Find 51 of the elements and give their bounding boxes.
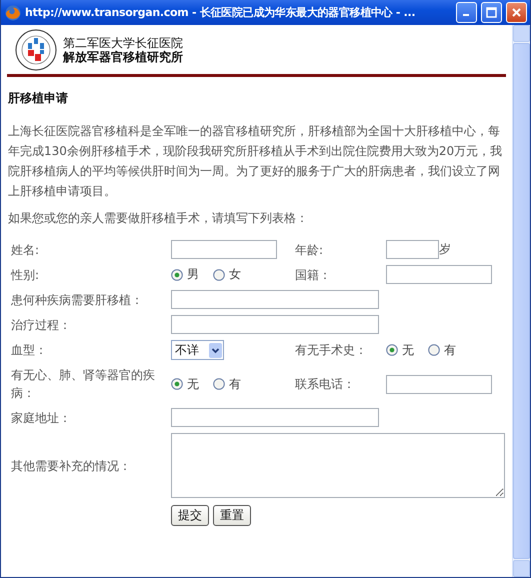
field-label: 联系电话： [295,376,355,393]
option-label: 有 [444,342,456,358]
logo-icon [15,29,57,71]
input-field[interactable] [386,265,492,284]
field-label: 有无手术史： [295,342,367,359]
window-title: http://www.transorgan.com - 长征医院已成为华东最大的器官移植中心 - ... [25,5,416,20]
radio-button[interactable] [213,268,225,280]
radio-button[interactable] [213,378,225,390]
radio-button[interactable] [428,344,440,356]
form-button[interactable]: 提交 [171,505,209,526]
field-label: 性别: [11,266,40,284]
field-label: 国籍： [295,266,331,284]
input-field[interactable] [171,315,379,334]
dropdown[interactable]: 不详 [171,340,224,360]
option-label: 女 [229,266,241,283]
option-label: 有 [229,376,241,392]
field-label: 有无心、肺、肾等器官的疾病： [11,367,156,402]
field-label: 年龄: [295,242,324,258]
text-area[interactable] [171,433,505,498]
field-label: 其他需要补充的情况： [11,458,131,474]
option-label: 无 [187,376,199,392]
input-field[interactable] [386,374,492,394]
field-label: 姓名: [11,242,40,258]
maximize-button[interactable] [481,2,502,23]
radio-button[interactable] [171,268,183,280]
instruction-text: 如果您或您的亲人需要做肝移植手术，请填写下列表格： [8,210,309,227]
field-label: 患何种疾病需要肝移植： [11,292,143,308]
radio-button[interactable] [386,344,398,356]
input-field[interactable] [171,408,379,427]
unit-label: 岁 [439,241,451,258]
input-field[interactable] [171,240,277,259]
field-label: 治疗过程： [11,316,71,334]
intro-paragraph: 上海长征医院器官移植科是全军唯一的器官移植研究所，肝移植部为全国十大肝移植中心，每年完成130余例肝移植手术，现阶段我研究所肝移植从手术到出院住院费用大致为20万元，我院肝移植病人的平均等候供肝时间为一周。为了更好的服务于广大的肝病患者，我们设立了网上肝移植申请项目。 [8,123,504,200]
page-heading: 肝移植申请 [8,90,69,107]
option-label: 男 [187,266,199,283]
form-button[interactable]: 重置 [213,505,251,526]
input-field[interactable] [171,290,379,309]
scrollbar[interactable] [512,25,530,577]
organization-name: 解放军器官移植研究所 [63,50,183,64]
maximize-icon [486,7,497,18]
close-icon [511,7,522,18]
browser-icon [5,4,21,20]
option-label: 无 [402,342,414,358]
organization-name: 第二军医大学长征医院 [63,36,183,50]
field-label: 血型： [11,342,47,359]
radio-button[interactable] [171,378,183,390]
minimize-button[interactable] [456,2,477,23]
caret-icon [209,342,222,358]
close-button[interactable] [506,2,527,23]
input-field[interactable] [386,240,439,259]
field-label: 家庭地址： [11,410,71,426]
